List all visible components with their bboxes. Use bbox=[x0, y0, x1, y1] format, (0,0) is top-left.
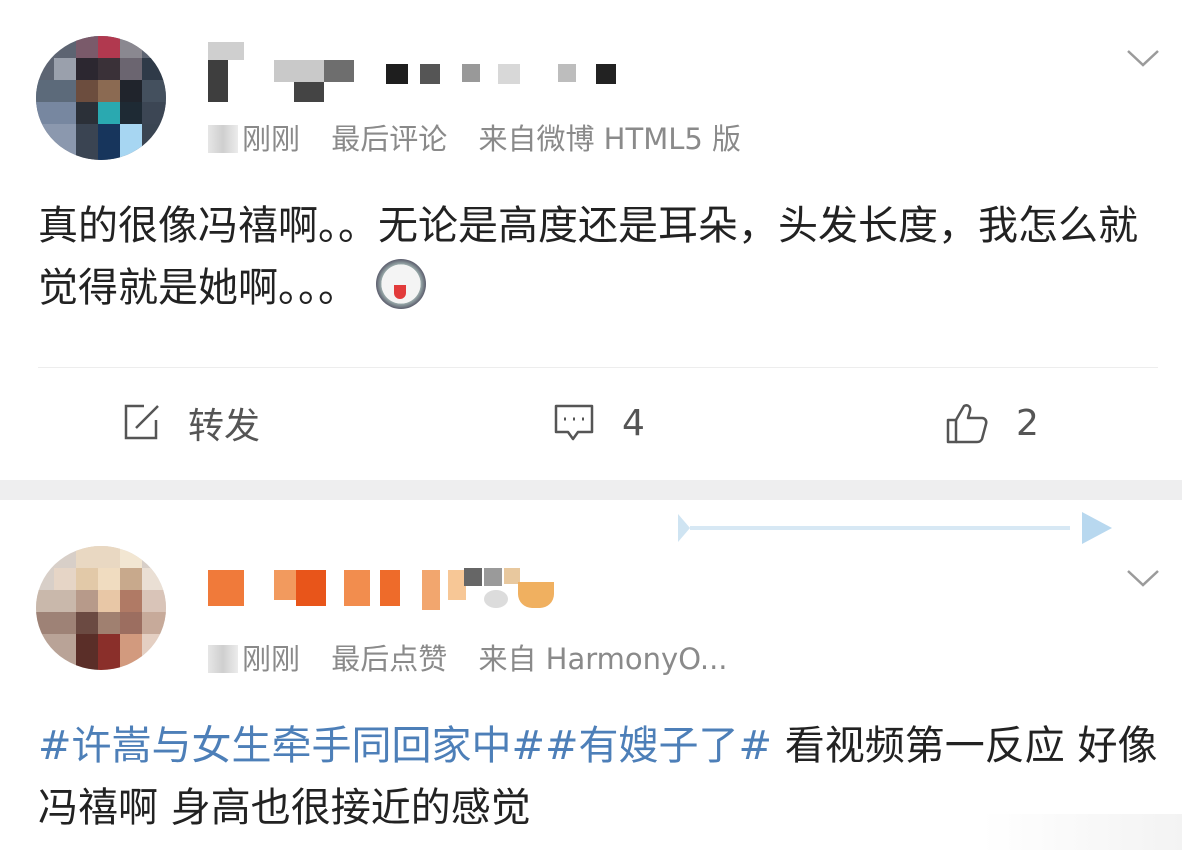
like-thumb-icon bbox=[946, 404, 988, 444]
comment-button[interactable]: 4 bbox=[552, 396, 645, 450]
comment-card: 刚刚 最后评论 来自微博 HTML5 版 真的很像冯禧啊。。无论是高度还是耳朵，… bbox=[0, 0, 1182, 480]
post-time: 刚刚 bbox=[242, 642, 301, 676]
more-chevron-icon[interactable] bbox=[1126, 568, 1160, 588]
post-action: 最后评论 bbox=[331, 122, 448, 156]
time-blur bbox=[208, 645, 238, 673]
repost-edit-icon bbox=[124, 404, 159, 440]
topic-link[interactable]: #有嫂子了# bbox=[545, 723, 772, 769]
post-meta: 刚刚 最后评论 来自微博 HTML5 版 bbox=[208, 116, 741, 158]
username-blurred[interactable] bbox=[208, 560, 568, 620]
like-button[interactable]: 2 bbox=[944, 396, 1039, 450]
repost-label: 转发 bbox=[188, 406, 261, 447]
comment-count: 4 bbox=[622, 402, 645, 444]
post-action: 最后点赞 bbox=[331, 642, 448, 676]
post-source: 来自微博 HTML5 版 bbox=[478, 122, 742, 156]
time-blur bbox=[208, 125, 238, 153]
avatar[interactable] bbox=[36, 36, 166, 160]
post-time: 刚刚 bbox=[242, 122, 301, 156]
more-chevron-icon[interactable] bbox=[1126, 48, 1160, 68]
post-text: 真的很像冯禧啊。。无论是高度还是耳朵，头发长度，我怎么就觉得就是她啊。。。 bbox=[38, 195, 1158, 319]
post-source: 来自 HarmonyO... bbox=[478, 642, 728, 676]
watermark-fade bbox=[982, 814, 1182, 850]
comment-card: 刚刚 最后点赞 来自 HarmonyO... #许嵩与女生牵手同回家中##有嫂子… bbox=[0, 500, 1182, 850]
divider bbox=[38, 367, 1158, 368]
laughing-face-emoji bbox=[376, 259, 426, 309]
comment-icon bbox=[554, 404, 594, 441]
post-meta: 刚刚 最后点赞 来自 HarmonyO... bbox=[208, 636, 728, 678]
like-count: 2 bbox=[1016, 402, 1039, 444]
username-blurred[interactable] bbox=[208, 42, 628, 102]
topic-link[interactable]: #许嵩与女生牵手同回家中# bbox=[38, 723, 545, 769]
post-text-content: 真的很像冯禧啊。。无论是高度还是耳朵，头发长度，我怎么就觉得就是她啊。。。 bbox=[38, 203, 1138, 311]
video-play-icon[interactable] bbox=[676, 508, 1116, 548]
repost-button[interactable]: 转发 bbox=[120, 396, 260, 450]
avatar[interactable] bbox=[36, 546, 166, 670]
card-divider bbox=[0, 480, 1182, 500]
